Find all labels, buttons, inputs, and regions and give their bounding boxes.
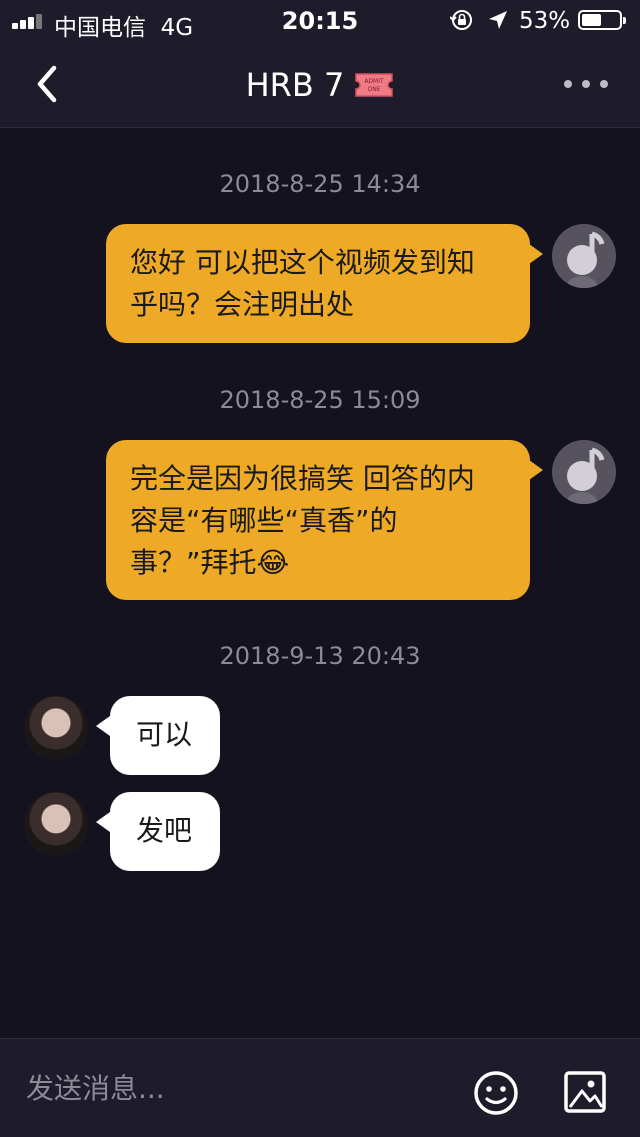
battery-percent: 53% bbox=[519, 8, 571, 34]
message-text-line: 事？”拜托 bbox=[130, 546, 257, 579]
outgoing-message-bubble[interactable]: 您好 可以把这个视频发到知 乎吗？会注明出处 bbox=[106, 224, 530, 343]
message-timestamp: 2018-8-25 14:34 bbox=[219, 170, 421, 198]
location-arrow-icon bbox=[489, 11, 507, 29]
contact-avatar[interactable] bbox=[24, 792, 88, 856]
tears-of-joy-emoji: 😂 bbox=[256, 546, 290, 579]
message-text-line: 您好 可以把这个视频发到知 bbox=[130, 246, 475, 279]
ticket-text-line-2: ONE bbox=[368, 86, 381, 93]
message-text: 发吧 bbox=[136, 814, 193, 847]
self-avatar[interactable] bbox=[552, 224, 616, 288]
user-default-avatar-icon bbox=[566, 447, 605, 504]
ticket-text-line-1: ADMIT bbox=[365, 78, 385, 85]
smiley-face-icon[interactable] bbox=[472, 1069, 520, 1117]
incoming-message-bubble[interactable]: 发吧 bbox=[110, 792, 220, 871]
status-bar: 中国电信 4G 20:15 53% bbox=[0, 0, 640, 41]
message-text-line: 完全是因为很搞笑 回答的内 bbox=[130, 462, 475, 495]
message-input[interactable] bbox=[24, 1055, 448, 1121]
message-text-line: 乎吗？会注明出处 bbox=[130, 288, 355, 321]
message-text: 可以 bbox=[136, 718, 193, 751]
incoming-message-bubble[interactable]: 可以 bbox=[110, 696, 220, 775]
message-text-line: 容是“有哪些“真香”的 bbox=[130, 504, 398, 537]
message-timestamp: 2018-8-25 15:09 bbox=[219, 386, 421, 414]
image-icon[interactable] bbox=[562, 1069, 608, 1115]
self-avatar[interactable] bbox=[552, 440, 616, 504]
chat-title: HRB 7 bbox=[245, 66, 345, 104]
user-default-avatar-icon bbox=[566, 231, 605, 288]
rotation-lock-icon bbox=[450, 10, 472, 30]
admit-one-ticket-icon: ADMIT ONE bbox=[355, 73, 394, 97]
contact-avatar[interactable] bbox=[24, 696, 88, 760]
battery-level-fill bbox=[582, 14, 601, 26]
chat-header: HRB 7 ADMIT ONE bbox=[0, 40, 640, 128]
battery-icon bbox=[578, 10, 626, 30]
chat-title-bar: HRB 7 ADMIT ONE bbox=[0, 66, 640, 104]
message-timestamp: 2018-9-13 20:43 bbox=[219, 642, 421, 670]
message-input-bar bbox=[0, 1038, 640, 1137]
outgoing-message-bubble[interactable]: 完全是因为很搞笑 回答的内 容是“有哪些“真香”的 事？”拜托😂 bbox=[106, 440, 530, 600]
more-options-button[interactable] bbox=[560, 70, 612, 98]
